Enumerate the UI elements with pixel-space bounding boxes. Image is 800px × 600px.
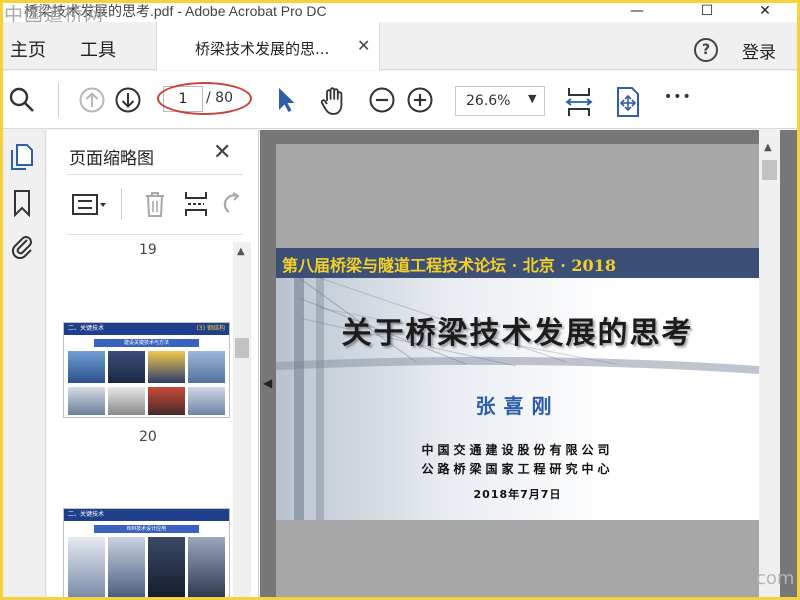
options-menu-icon[interactable] xyxy=(71,192,109,222)
document-scrollbar[interactable]: ▲ xyxy=(759,130,780,600)
close-panel-icon[interactable]: ✕ xyxy=(213,140,231,165)
pdf-page-bottom-margin xyxy=(276,520,759,600)
thumbnail-header: 二、关键技术 (3) 钢结构 xyxy=(64,323,229,335)
scroll-up-icon[interactable]: ▲ xyxy=(237,246,245,257)
thumbnail-page-20[interactable]: 二、关键技术 (3) 钢结构 建设关键技术与方法 xyxy=(63,322,230,418)
thumbnail-page-number: 19 xyxy=(139,242,157,258)
thumbnail-image xyxy=(68,351,105,383)
title-bar: 桥梁技术发展的思考.pdf - Adobe Acrobat Pro DC 中国道… xyxy=(0,0,800,26)
menu-home[interactable]: 主页 xyxy=(10,36,46,62)
document-tab-label: 桥梁技术发展的思... xyxy=(195,40,330,58)
toolbar-separator xyxy=(58,83,59,117)
slide-header-text: 第八届桥梁与隧道工程技术论坛 · 北京 · 2018 xyxy=(282,256,616,275)
thumbnail-image xyxy=(148,351,185,383)
thumbnail-header-text: 二、关键技术 xyxy=(68,325,105,332)
thumbnail-page-number: 20 xyxy=(139,429,157,445)
attachment-icon[interactable] xyxy=(8,230,36,260)
hand-tool-icon[interactable] xyxy=(318,86,348,116)
red-highlight-ellipse xyxy=(157,82,252,115)
zoom-in-icon[interactable] xyxy=(406,86,434,114)
thumbnail-image xyxy=(108,351,145,383)
thumbnail-tag: (3) 钢结构 xyxy=(196,325,225,332)
page-thumbnails-icon[interactable] xyxy=(8,142,36,172)
thumbnail-images xyxy=(64,347,229,383)
document-view[interactable]: ◀ ◀ 第八届桥梁与隧道工程技术论坛 · 北京 · 2018 关于 xyxy=(260,130,800,600)
panel-divider xyxy=(67,234,243,235)
slide-author: 张喜刚 xyxy=(475,394,560,418)
thumbnail-images xyxy=(64,533,229,597)
thumbnail-image xyxy=(188,387,225,415)
insert-page-icon[interactable] xyxy=(183,190,209,222)
thumbnail-images xyxy=(64,383,229,415)
minimize-button[interactable]: — xyxy=(614,0,660,22)
close-window-button[interactable]: ✕ xyxy=(742,0,788,22)
main-toolbar: 1 / 80 26.6% ▼ ••• xyxy=(0,71,800,129)
thumbnail-image xyxy=(148,537,185,597)
document-tab[interactable]: 桥梁技术发展的思... ✕ xyxy=(156,22,380,70)
prev-page-icon[interactable] xyxy=(78,86,106,114)
thumbnail-image xyxy=(188,537,225,597)
more-tools-icon[interactable]: ••• xyxy=(664,89,692,105)
thumbnail-image xyxy=(68,537,105,597)
close-tab-icon[interactable]: ✕ xyxy=(357,36,370,55)
login-button[interactable]: 登录 xyxy=(742,38,776,63)
zoom-out-icon[interactable] xyxy=(368,86,396,114)
pdf-page-top-margin xyxy=(276,144,759,248)
bookmark-icon[interactable] xyxy=(8,188,36,218)
thumbnail-image xyxy=(108,537,145,597)
thumbnail-subheader: 建设关键技术与方法 xyxy=(94,339,199,347)
slide-date: 2018年7月7日 xyxy=(473,488,562,501)
thumbnail-subheader: BIM技术设计应用 xyxy=(94,525,199,533)
thumbnails-panel: 页面缩略图 ✕ 19 二、关键技术 (3) 钢结构 建设关键技术与方法 20 二… xyxy=(47,130,259,600)
collapse-left-icon[interactable]: ◀ xyxy=(263,376,272,390)
slide-title: 关于桥梁技术发展的思考 xyxy=(341,316,694,351)
menu-tools[interactable]: 工具 xyxy=(80,36,116,62)
slide-header: 第八届桥梁与隧道工程技术论坛 · 北京 · 2018 xyxy=(276,248,759,278)
panel-toolbar-separator xyxy=(121,188,122,220)
scrollbar-thumb[interactable] xyxy=(235,338,249,358)
fit-page-icon[interactable] xyxy=(614,86,642,118)
slide-organization: 中国交通建设股份有限公司 xyxy=(421,443,614,457)
watermark-bottom-right: com xyxy=(756,568,795,589)
chevron-down-icon: ▼ xyxy=(528,92,537,105)
navigation-rail xyxy=(0,130,46,600)
panel-toolbar xyxy=(67,188,247,224)
scrollbar-thumb[interactable] xyxy=(762,160,777,180)
zoom-level-select[interactable]: 26.6% ▼ xyxy=(455,86,545,116)
thumbnail-image xyxy=(108,387,145,415)
search-icon[interactable] xyxy=(8,86,36,114)
panel-divider xyxy=(67,174,243,175)
thumbnail-header-text: 二、关键技术 xyxy=(68,511,105,518)
thumbnail-scrollbar[interactable]: ▲ xyxy=(233,242,251,600)
maximize-button[interactable]: ☐ xyxy=(684,0,730,22)
fit-width-icon[interactable] xyxy=(564,86,594,118)
zoom-value: 26.6% xyxy=(466,93,511,109)
thumbnail-image xyxy=(148,387,185,415)
panel-title: 页面缩略图 xyxy=(69,149,154,169)
next-page-icon[interactable] xyxy=(114,86,142,114)
rotate-icon[interactable] xyxy=(223,190,245,222)
thumbnail-header: 二、关键技术 xyxy=(64,509,229,521)
thumbnail-page-21[interactable]: 二、关键技术 BIM技术设计应用 xyxy=(63,508,230,600)
pdf-slide: 第八届桥梁与隧道工程技术论坛 · 北京 · 2018 关于桥梁技术发展的思考 张… xyxy=(276,248,759,520)
menu-tab-bar: 主页 工具 桥梁技术发展的思... ✕ ? 登录 xyxy=(0,22,800,70)
slide-organization: 公路桥梁国家工程研究中心 xyxy=(421,462,614,476)
scroll-up-icon[interactable]: ▲ xyxy=(764,142,772,153)
thumbnail-image xyxy=(68,387,105,415)
trash-icon[interactable] xyxy=(143,190,167,222)
help-icon[interactable]: ? xyxy=(694,38,718,62)
thumbnail-image xyxy=(188,351,225,383)
select-cursor-icon[interactable] xyxy=(274,86,298,114)
